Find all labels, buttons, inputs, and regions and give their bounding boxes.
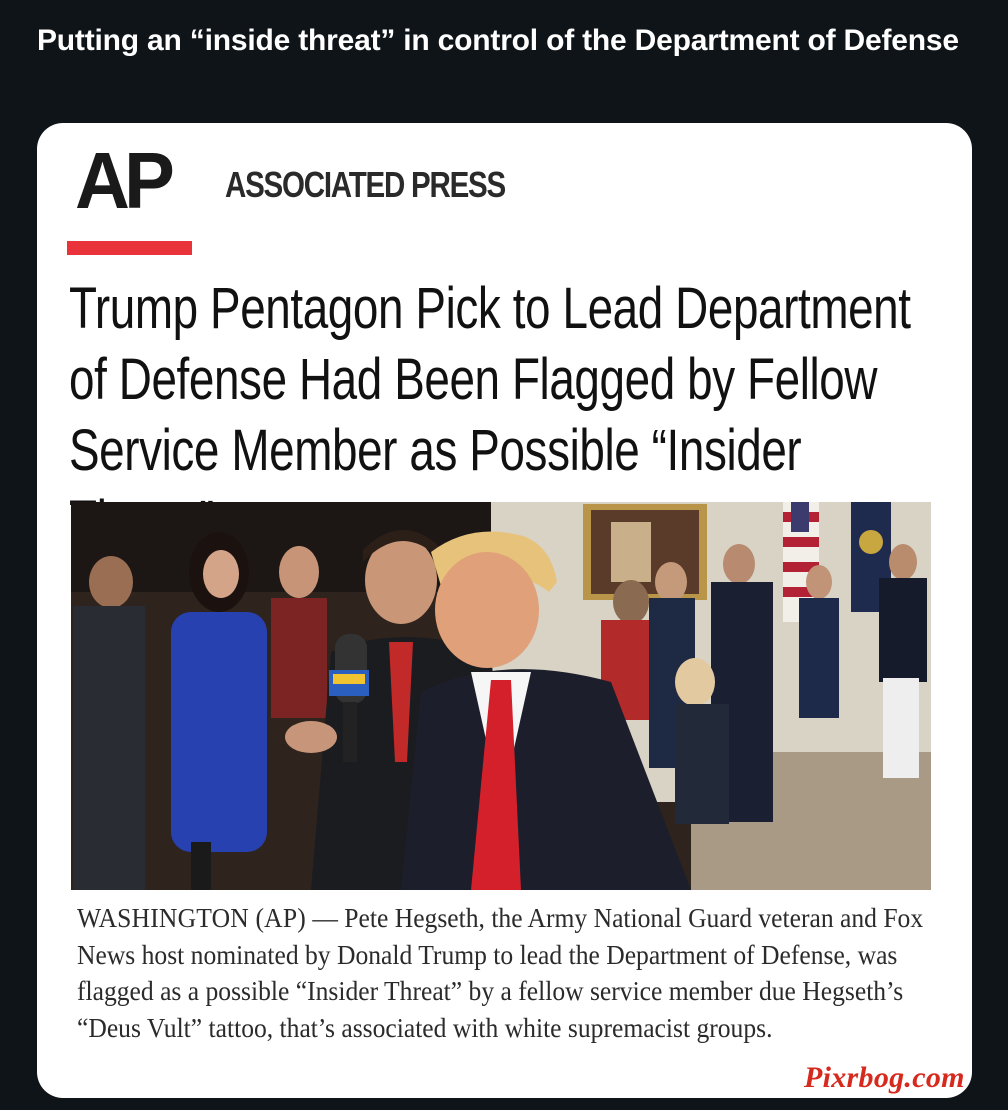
news-card[interactable]: AP ASSOCIATED PRESS Trump Pentagon Pick …: [37, 123, 972, 1098]
publisher-name: ASSOCIATED PRESS: [225, 164, 506, 205]
red-divider: [67, 241, 192, 255]
article-caption: WASHINGTON (AP) — Pete Hegseth, the Army…: [77, 900, 942, 1046]
watermark: Pixrbog.com: [804, 1061, 965, 1094]
article-dateline: WASHINGTON (AP): [77, 902, 306, 933]
news-photo[interactable]: [71, 502, 931, 890]
photo-illustration: [71, 502, 931, 890]
post-title: Putting an “inside threat” in control of…: [37, 24, 959, 57]
ap-logo: AP: [75, 136, 175, 225]
